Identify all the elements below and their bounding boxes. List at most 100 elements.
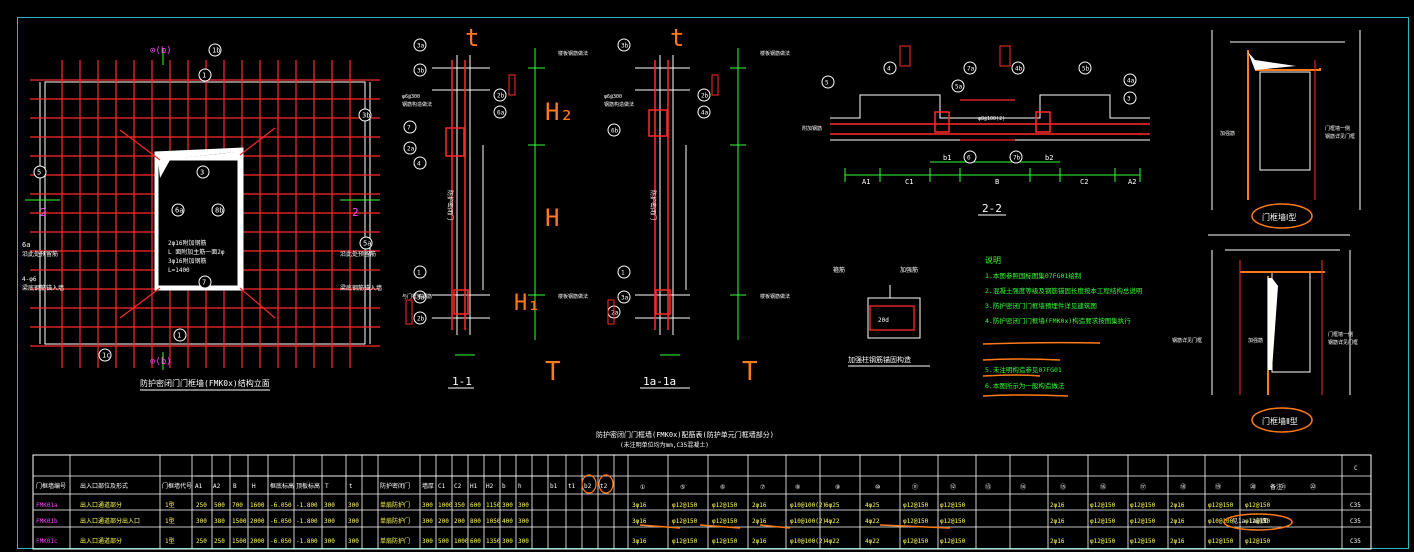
th-4: 框底标高 — [270, 482, 294, 490]
row-2-c0: 250 — [196, 538, 207, 545]
row-0-r14: φ12@150 — [1245, 502, 1271, 509]
row-1-c9: 300 — [422, 518, 433, 525]
row-2-r6: 4φ22 — [865, 538, 880, 545]
row-2-r0: 3φ16 — [632, 538, 647, 545]
s1a-circle-2-text: 4a — [701, 110, 709, 117]
row-1-r13: φ10@100 — [1208, 518, 1234, 525]
row-1-r0: 3φ16 — [632, 518, 647, 525]
row-1-c3: 2000 — [250, 518, 265, 525]
elev-circle-4-text: 8b — [215, 207, 223, 215]
dim-b2: b2 — [1045, 154, 1053, 162]
s11-note-2: 钢筋构造做法 — [402, 101, 432, 108]
row-0-grade: C35 — [1350, 502, 1361, 509]
th-circ-8: ⑫ — [950, 483, 956, 491]
elev-circle-1-text: 1 — [202, 72, 206, 80]
th-11: C2 — [454, 483, 462, 490]
section-1-1: t H₂ H H₁ T 3a3b2b6a72a413a2b φ6@300 钢筋构… — [402, 24, 588, 389]
row-1-c2: 1500 — [232, 518, 247, 525]
section-1-1-title: 1-1 — [452, 375, 472, 388]
row-0-c11: 350 — [454, 502, 465, 509]
s1a-rn-1: 楼板钢筋做法 — [760, 50, 790, 57]
t1-label: 加强筋 — [1220, 130, 1235, 137]
row-2-r5: 4φ22 — [825, 538, 840, 545]
row-2-c2: 1500 — [232, 538, 247, 545]
row-1-c1: 380 — [214, 518, 225, 525]
elev-circle-right-text: 3b — [362, 112, 370, 120]
th-circ-10: ⑭ — [1020, 483, 1026, 491]
table-subtitle: (未注明单位均为mm,C35混凝土) — [620, 441, 709, 449]
note-4: 4.防护密闭门门框墙(FMK0x)构造要求按图集执行 — [985, 316, 1131, 325]
th-circ-6: ⑩ — [875, 484, 880, 491]
type-1-detail: 加强筋 门框墙一侧 钢筋详见门框 门框墙Ⅰ型 — [1211, 30, 1361, 229]
s22-circle-8-text: 7b — [1013, 155, 1021, 162]
s1a-rn-2: 楼板钢筋做法 — [760, 293, 790, 300]
row-1-c13: 1050 — [486, 518, 501, 525]
s11-circle-3-text: 6a — [497, 110, 505, 117]
row-0-r9: 2φ16 — [1050, 502, 1065, 509]
row-2-c13: 1350 — [486, 538, 501, 545]
row-0-c14: 300 — [502, 502, 513, 509]
side-note-1: 6a — [22, 241, 30, 249]
row-1-r1: φ12@150 — [672, 518, 698, 525]
th-8: 防护密闭门 — [380, 482, 410, 490]
s1a-circle-6-text: 2a — [611, 310, 619, 317]
row-2-r4: φ10@100(2) — [790, 538, 826, 545]
dim-A1: A1 — [862, 178, 870, 186]
th-circ-11: ⑮ — [1060, 483, 1066, 491]
row-0-r6: 4φ25 — [865, 502, 880, 509]
elev-circle-left-text: 5 — [37, 169, 41, 177]
row-2-r14: φ12@150 — [1245, 538, 1271, 545]
row-0-r8: φ12@150 — [940, 502, 966, 509]
s22-note-1: φ8@100(2) — [978, 116, 1005, 122]
row-0-c9: 300 — [422, 502, 433, 509]
s11-circle-9-text: 2b — [417, 316, 425, 323]
s22-circle-6-text: 4a — [1127, 78, 1135, 85]
th-code: 门框墙代号 — [162, 482, 192, 490]
row-2-r13: φ12@150 — [1208, 538, 1234, 545]
dim-B: B — [995, 178, 999, 186]
detail-label-1: 箍筋 — [833, 266, 845, 274]
th-circ-9: ⑬ — [985, 483, 991, 491]
row-0-id: FMK01a — [36, 502, 58, 509]
row-0-c5: -1.800 — [296, 502, 318, 509]
section-2-2-title: 2-2 — [982, 202, 1002, 215]
elev-circle-bottom-text: 1c — [102, 352, 110, 360]
th-1: A2 — [213, 483, 221, 490]
elevation-view: ⊙(b) ⊙(b) 2 2 1b 5 3b 1 3 6a 8b 7 1 1c 5a 2φ16附加钢筋… — [22, 43, 382, 391]
row-0-r4: φ10@100(2) — [790, 502, 826, 509]
elev-note-4: L=1400 — [168, 267, 190, 274]
th-17: t1 — [568, 483, 576, 490]
row-1-note: 见1a-1a剖面 — [1232, 517, 1268, 525]
hand-h2-1: H₂ — [545, 98, 574, 126]
th-12: H1 — [470, 483, 478, 490]
s1a-circle-5-text: 3a — [621, 295, 629, 302]
section-1a-1a: t T 3b 2b 4a 6b 1 3a 2a φ6@300 钢筋构造做法 防护密闭门 楼板… — [604, 24, 790, 389]
row-0-c7: 300 — [348, 502, 359, 509]
th-desc: 出入口部位及形式 — [80, 482, 128, 490]
th-6: T — [325, 483, 329, 490]
row-0-code: 1型 — [165, 501, 175, 509]
note-6: 6.本图所示为一般构造做法 — [985, 381, 1065, 390]
row-2-r1: φ12@150 — [672, 538, 698, 545]
th-note: 备注 — [1270, 483, 1282, 491]
row-0-r7: φ12@150 — [903, 502, 929, 509]
elev-circle-7-text: 5a — [363, 240, 371, 248]
th-circ-5: ⑨ — [835, 484, 840, 491]
t2-label-2: 加强筋 — [1248, 337, 1263, 344]
th-13: H2 — [486, 483, 494, 490]
th-5: 顶板标高 — [296, 482, 320, 490]
elev-circle-top-text: 1b — [212, 47, 220, 55]
t2-label-r: 门框墙一侧 — [1328, 331, 1353, 338]
s1a-door: 防护密闭门 — [649, 190, 657, 220]
th-circ-3: ⑦ — [760, 484, 765, 491]
row-0-r1: φ12@150 — [672, 502, 698, 509]
side-note-r1: 沿此处预留筋 — [340, 250, 376, 258]
row-1-c11: 200 — [454, 518, 465, 525]
th-14: b — [502, 483, 506, 490]
s11-note-3: 与门框墙钢筋 — [402, 293, 432, 300]
s22-circle-9-text: 3 — [1127, 96, 1131, 103]
row-2-r2: φ12@150 — [712, 538, 738, 545]
row-0-r10: φ12@150 — [1090, 502, 1116, 509]
th-7: t — [349, 483, 353, 490]
th-9: 墙厚 — [422, 482, 434, 490]
